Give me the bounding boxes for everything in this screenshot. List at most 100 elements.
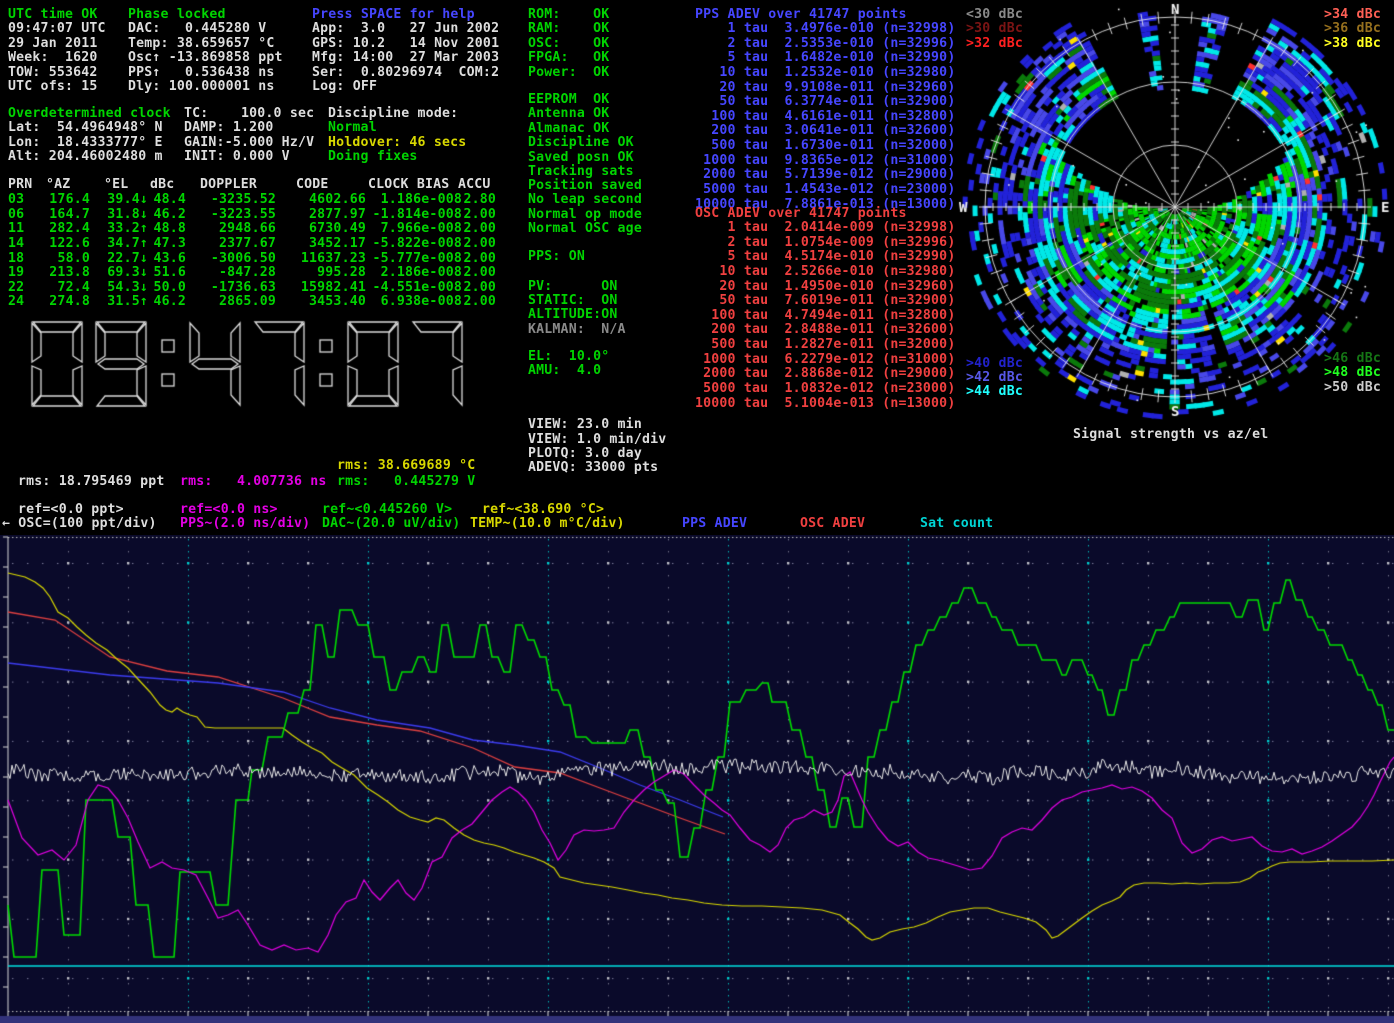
utc-status: UTC time OK	[8, 8, 98, 22]
sat-col-header: °EL	[104, 178, 128, 192]
ref-pps: ref=<0.0 ns>	[180, 503, 278, 517]
doing-fixes: Doing fixes	[328, 150, 418, 164]
pps-value: PPS↑ 0.536438 ns	[128, 66, 275, 80]
sat-row-cell: 03	[8, 193, 34, 207]
ref-dac: ref~<0.445260 V>	[322, 503, 452, 517]
sat-row-cell: 2377.67	[188, 237, 276, 251]
pps-adev-table-row: 20 tau 9.9108e-011 (n=32960)	[695, 81, 955, 95]
tracking-status: Tracking sats	[528, 165, 634, 179]
discipline-status: Discipline OK	[528, 136, 634, 150]
pps-adev-table-row: 100 tau 4.6161e-011 (n=32800)	[695, 110, 955, 124]
utc-date: 29 Jan 2011	[8, 37, 98, 51]
osc-adev-table-row: 5000 tau 1.0832e-012 (n=23000)	[695, 382, 955, 396]
power-status: Power: OK	[528, 66, 609, 80]
op-mode: Normal op mode	[528, 208, 642, 222]
sat-col-header: ACCU	[458, 178, 491, 192]
dbc-legend-gt30: >30 dBc	[966, 22, 1023, 36]
app-version: App: 3.0 27 Jun 2002	[312, 22, 499, 36]
dbc-legend-gt36: >36 dBc	[1324, 22, 1381, 36]
pps-adev-table-row: 10 tau 1.2532e-010 (n=32980)	[695, 66, 955, 80]
rms-dac: rms: 0.445279 V	[337, 475, 475, 489]
temp-value: Temp: 38.659657 °C	[128, 37, 275, 51]
sat-row-cell: -3235.52	[188, 193, 276, 207]
scale-temp: TEMP~(10.0 m°C/div)	[470, 517, 625, 531]
sat-row-cell: 2.00	[454, 208, 496, 222]
sat-col-header: dBc	[150, 178, 174, 192]
pps-adev-table-row: 50 tau 6.3774e-011 (n=32900)	[695, 95, 955, 109]
amu-mask: AMU: 4.0	[528, 364, 601, 378]
static-mode: STATIC: ON	[528, 294, 618, 308]
sat-row-cell: 2.00	[454, 281, 496, 295]
clock-mode: Overdetermined clock	[8, 107, 171, 121]
sat-row-cell: -3006.50	[188, 252, 276, 266]
sat-row-cell: 31.5↑	[92, 295, 148, 309]
scale-dac: DAC~(20.0 uV/div)	[322, 517, 460, 531]
rom-status: ROM: OK	[528, 8, 609, 22]
sat-row-cell: 06	[8, 208, 34, 222]
position-status: Position saved	[528, 179, 642, 193]
sat-row-cell: 213.8	[36, 266, 90, 280]
antenna-status: Antenna OK	[528, 107, 609, 121]
sat-row-cell: 274.8	[36, 295, 90, 309]
help-hint: Press SPACE for help	[312, 8, 475, 22]
serial-number: Ser: 0.80296974 COM:2	[312, 66, 499, 80]
sat-row-cell: -4.551e-008	[350, 281, 462, 295]
sat-row-cell: 14	[8, 237, 34, 251]
sat-row-cell: 58.0	[36, 252, 90, 266]
sat-row-cell: 50.0	[146, 281, 186, 295]
sat-row-cell: 2.00	[454, 252, 496, 266]
plotq: PLOTQ: 3.0 day	[528, 447, 642, 461]
el-mask: EL: 10.0°	[528, 350, 609, 364]
pps-adev-table-row: 200 tau 3.0641e-011 (n=32600)	[695, 124, 955, 138]
sat-row-cell: 164.7	[36, 208, 90, 222]
osc-health: OSC: OK	[528, 37, 609, 51]
saved-posn-status: Saved posn OK	[528, 151, 634, 165]
dbc-legend-gt40: >40 dBc	[966, 357, 1023, 371]
osc-adev-table-row: 200 tau 2.8488e-011 (n=32600)	[695, 323, 955, 337]
ref-osc: ref=<0.0 ppt>	[18, 503, 124, 517]
big-digital-clock	[0, 310, 520, 416]
strip-chart-plot	[0, 535, 1394, 1023]
osc-adev-table-row: 1000 tau 6.2279e-012 (n=31000)	[695, 353, 955, 367]
sat-row-cell: 2.00	[454, 237, 496, 251]
rms-osc: rms: 18.795469 ppt	[18, 475, 165, 489]
mfg-date: Mfg: 14:00 27 Mar 2003	[312, 51, 499, 65]
legend-sat-count: Sat count	[920, 517, 993, 531]
sat-row-cell: 69.3↓	[92, 266, 148, 280]
pps-adev-table-row: 1000 tau 9.8365e-012 (n=31000)	[695, 154, 955, 168]
sat-row-cell: 39.4↓	[92, 193, 148, 207]
sat-row-cell: 48.8	[146, 222, 186, 236]
discipline-normal: Normal	[328, 121, 377, 135]
kalman-mode: KALMAN: N/A	[528, 323, 626, 337]
altitude-mode: ALTITUDE:ON	[528, 308, 618, 322]
sat-row-cell: -5.777e-008	[350, 252, 462, 266]
osc-age: Normal OSC age	[528, 222, 642, 236]
sat-row-cell: 122.6	[36, 237, 90, 251]
dbc-legend-gt38: >38 dBc	[1324, 37, 1381, 51]
sat-row-cell: 54.3↓	[92, 281, 148, 295]
legend-pps-adev: PPS ADEV	[682, 517, 747, 531]
dbc-legend-gt44: >44 dBc	[966, 385, 1023, 399]
pps-adev-table-row: 5 tau 1.6482e-010 (n=32990)	[695, 51, 955, 65]
rms-pps: rms: 4.007736 ns	[180, 475, 327, 489]
lady-heather-screen: Signal strength vs az/el UTC time OK09:4…	[0, 0, 1394, 1023]
sat-row-cell: 282.4	[36, 222, 90, 236]
ref-temp: ref~<38.690 °C>	[482, 503, 604, 517]
polar-caption: Signal strength vs az/el	[1073, 428, 1268, 442]
sat-row-cell: 19	[8, 266, 34, 280]
dac-value: DAC: 0.445280 V	[128, 22, 266, 36]
dbc-legend-gt42: >42 dBc	[966, 371, 1023, 385]
osc-adev-table-row: 20 tau 1.4950e-010 (n=32960)	[695, 280, 955, 294]
sat-col-header: DOPPLER	[200, 178, 257, 192]
pps-adev-table-title: PPS ADEV over 41747 points	[695, 8, 907, 22]
osc-adev-table-title: OSC ADEV over 41747 points	[695, 207, 907, 221]
osc-adev-table-row: 10000 tau 5.1004e-013 (n=13000)	[695, 397, 955, 411]
damp-value: DAMP: 1.200	[184, 121, 274, 135]
fpga-status: FPGA: OK	[528, 51, 609, 65]
gps-version: GPS: 10.2 14 Nov 2001	[312, 37, 499, 51]
holdover: Holdover: 46 secs	[328, 136, 466, 150]
sat-row-cell: -847.28	[188, 266, 276, 280]
sat-row-cell: 2.80	[454, 193, 496, 207]
almanac-status: Almanac OK	[528, 122, 609, 136]
sat-col-header: CLOCK BIAS	[368, 178, 449, 192]
